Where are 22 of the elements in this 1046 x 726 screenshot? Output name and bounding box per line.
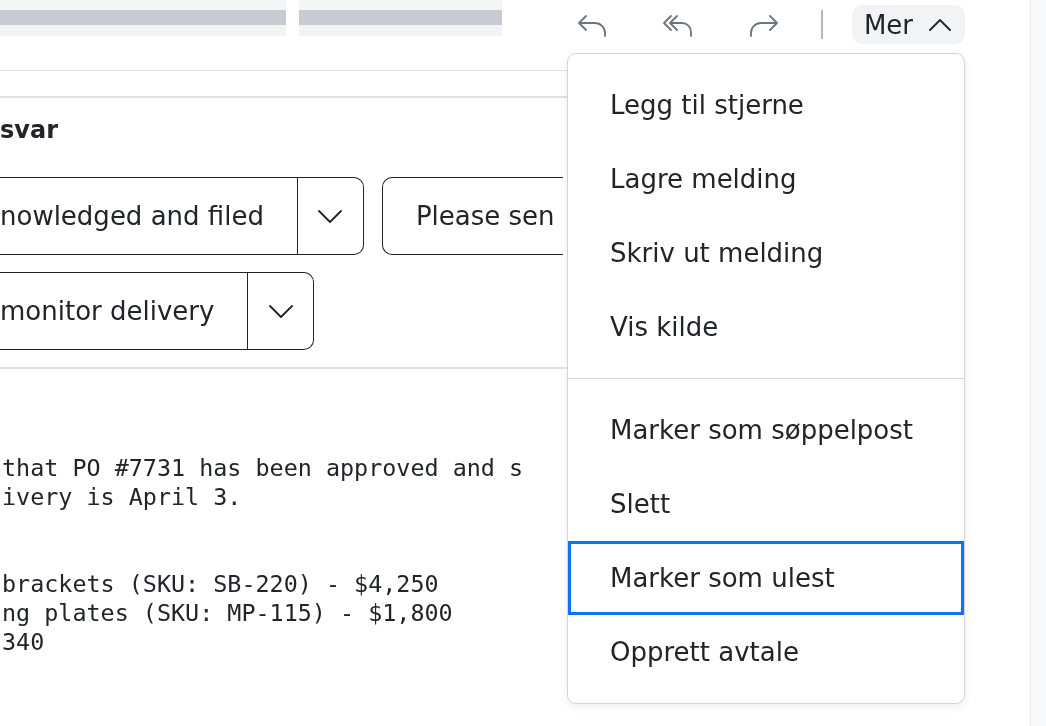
- menu-item[interactable]: Marker som søppelpost: [568, 393, 964, 467]
- menu-item[interactable]: Vis kilde: [568, 290, 964, 364]
- reply-all-icon[interactable]: [662, 12, 695, 37]
- message-text: that PO #7731 has been approved and s ivery is April 3.: [2, 454, 524, 512]
- menu-item[interactable]: Slett: [568, 467, 964, 541]
- quick-reply-button[interactable]: nowledged and filed: [0, 177, 298, 255]
- message-text: brackets (SKU: SB-220) - $4,250 ng plates (SKU: MP-115) - $1,800 340: [2, 570, 453, 657]
- dropdown-toggle-button[interactable]: [297, 177, 364, 255]
- caret-down-icon: [268, 304, 293, 318]
- caret-down-icon: [318, 209, 343, 223]
- quick-reply-button[interactable]: monitor delivery: [0, 272, 249, 350]
- menu-item[interactable]: Lagre melding: [568, 142, 964, 216]
- menu-item[interactable]: Opprett avtale: [568, 615, 964, 689]
- quick-reply-button[interactable]: Please sen: [381, 177, 563, 255]
- menu-item[interactable]: Legg til stjerne: [568, 68, 964, 142]
- menu-item[interactable]: Marker som ulest: [568, 541, 964, 615]
- section-heading: svar: [0, 116, 58, 145]
- more-button[interactable]: Mer: [851, 5, 965, 44]
- menu-item[interactable]: Skriv ut melding: [568, 216, 964, 290]
- reply-icon[interactable]: [576, 12, 609, 37]
- forward-icon[interactable]: [748, 12, 781, 37]
- dropdown-toggle-button[interactable]: [248, 272, 315, 350]
